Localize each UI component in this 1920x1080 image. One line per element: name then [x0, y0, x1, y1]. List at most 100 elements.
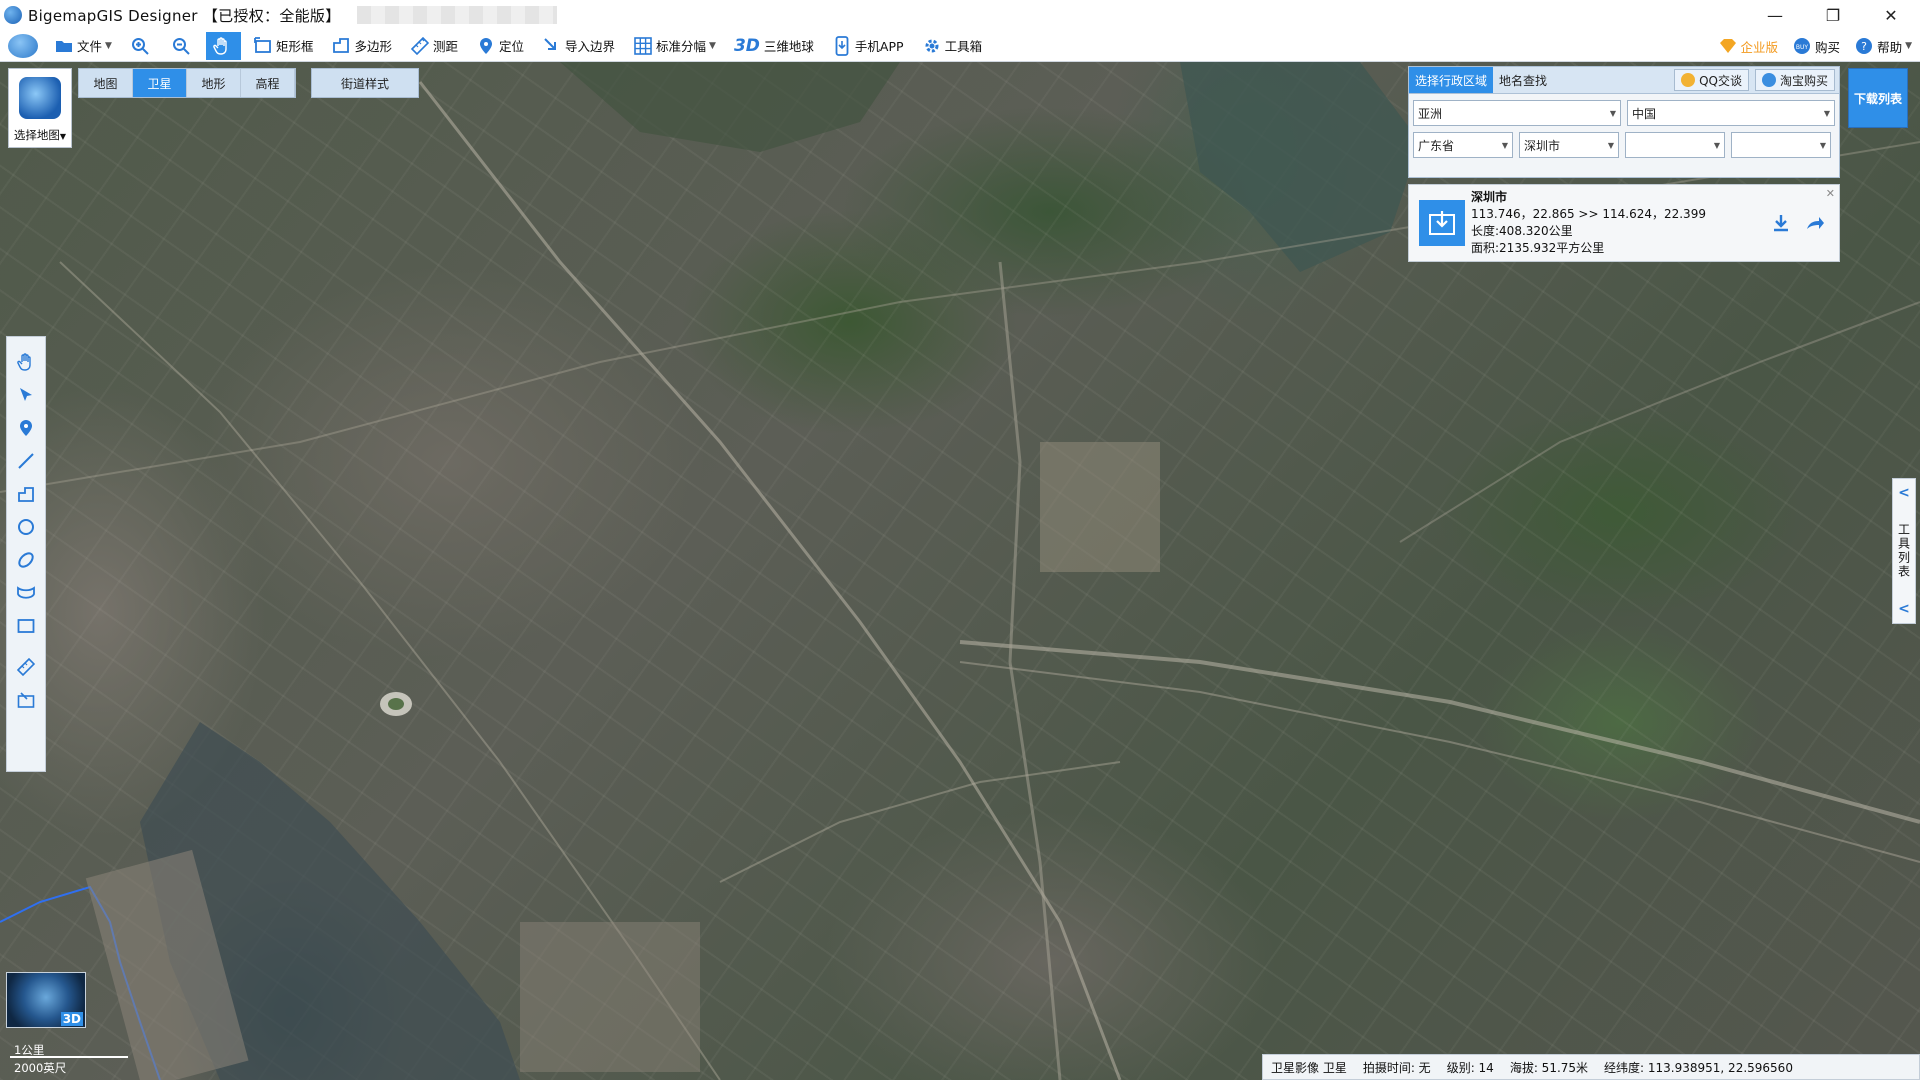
chevron-down-icon: ▼: [1823, 108, 1830, 118]
chevron-down-icon: ▼: [1819, 140, 1826, 150]
close-button[interactable]: ✕: [1862, 0, 1920, 30]
measure-button[interactable]: 测距: [404, 32, 464, 60]
share-icon[interactable]: [1805, 213, 1825, 238]
zoom-in-icon: [130, 36, 150, 56]
tab-place-search[interactable]: 地名查找: [1493, 67, 1553, 93]
tool-list-tab[interactable]: < 工具列表 <: [1892, 478, 1916, 624]
map-type-tabs: 地图 卫星 地形 高程: [78, 68, 296, 98]
status-level: 级别: 14: [1446, 1060, 1494, 1075]
buy-badge-icon: BUY: [1792, 36, 1812, 56]
mobile-app-button[interactable]: 手机APP: [826, 32, 910, 60]
chevron-left-icon[interactable]: <: [1898, 601, 1910, 617]
download-icon[interactable]: [1771, 213, 1791, 238]
scale-line: [10, 1056, 128, 1058]
help-button[interactable]: ? 帮助 ▼: [1848, 32, 1918, 60]
pan-button[interactable]: [205, 31, 241, 60]
zoom-out-button[interactable]: [165, 32, 200, 60]
toolbox-button[interactable]: 工具箱: [916, 32, 989, 60]
rectangle-icon: [17, 618, 35, 633]
chevron-down-icon: ▼: [1607, 140, 1614, 150]
hand-icon: [17, 352, 31, 371]
svg-text:?: ?: [1861, 40, 1867, 53]
standard-sheet-button[interactable]: 标准分幅 ▼: [627, 32, 722, 60]
globe-3d-thumbnail[interactable]: 3D: [6, 972, 86, 1028]
globe-label: 三维地球: [763, 39, 814, 54]
map-pin-icon: [476, 36, 496, 56]
file-label: 文件: [77, 39, 103, 54]
tab-map[interactable]: 地图: [79, 69, 133, 97]
3d-icon: 3D: [733, 35, 760, 56]
download-region-icon[interactable]: [1419, 200, 1465, 246]
globe-3d-button[interactable]: 3D 三维地球: [728, 32, 820, 60]
street-style-button[interactable]: 街道样式: [311, 68, 419, 98]
cursor-icon: [20, 387, 32, 401]
standard-sheet-label: 标准分幅: [656, 39, 707, 54]
polygon-icon: [331, 36, 351, 56]
select-map-button[interactable]: 选择地图▼: [8, 68, 72, 148]
enterprise-label: 企业版: [1740, 39, 1779, 55]
status-altitude: 海拔: 51.75米: [1509, 1060, 1589, 1075]
ellipse-tool[interactable]: [10, 543, 42, 576]
circle-icon: [18, 518, 34, 535]
close-icon[interactable]: ✕: [1826, 187, 1835, 200]
status-bar: 卫星影像 卫星 拍摄时间: 无 级别: 14 海拔: 51.75米 经纬度: 1…: [1262, 1054, 1920, 1080]
country-select[interactable]: 中国 ▼: [1627, 100, 1835, 126]
line-icon: [18, 452, 34, 469]
region-city-name: 深圳市: [1471, 190, 1508, 204]
chevron-left-icon[interactable]: <: [1898, 485, 1910, 501]
import-arrow-icon: [542, 36, 562, 56]
file-menu[interactable]: 文件 ▼: [48, 32, 118, 60]
town-select[interactable]: ▼: [1731, 132, 1831, 158]
download-list-button[interactable]: 下载列表: [1848, 68, 1908, 128]
polygon-icon: [18, 486, 34, 502]
marker-tool[interactable]: [10, 411, 42, 444]
minimize-button[interactable]: —: [1746, 0, 1804, 30]
drawing-toolbar: [6, 336, 46, 772]
app-menu-icon[interactable]: [8, 33, 38, 58]
zoom-in-button[interactable]: [124, 32, 159, 60]
status-capture-time: 拍摄时间: 无: [1362, 1060, 1431, 1075]
buy-button[interactable]: BUY 购买: [1786, 32, 1846, 60]
enterprise-button[interactable]: 企业版: [1712, 32, 1785, 60]
chevron-down-icon: ▼: [1713, 140, 1720, 150]
chevron-down-icon: ▼: [1905, 41, 1912, 51]
circle-tool[interactable]: [10, 510, 42, 543]
continent-select[interactable]: 亚洲 ▼: [1413, 100, 1621, 126]
province-select[interactable]: 广东省 ▼: [1413, 132, 1513, 158]
region-info: 深圳市 113.746，22.865 >> 114.624，22.399 长度:…: [1471, 189, 1706, 257]
hand-tool[interactable]: [10, 345, 42, 378]
region-result-card: 深圳市 113.746，22.865 >> 114.624，22.399 长度:…: [1408, 184, 1840, 262]
grid-icon: [633, 36, 653, 56]
tab-satellite[interactable]: 卫星: [133, 69, 187, 97]
measure-area-tool[interactable]: [10, 683, 42, 716]
pointer-tool[interactable]: [10, 378, 42, 411]
measure-distance-tool[interactable]: [10, 650, 42, 683]
rectangle-tool[interactable]: [10, 609, 42, 642]
qq-label: QQ交谈: [1699, 73, 1742, 88]
measure-label: 测距: [432, 39, 458, 54]
region-panel: 选择行政区域 地名查找 QQ交谈 淘宝购买 亚洲 ▼ 中国 ▼ 广东省 ▼ 深圳市 ▼: [1408, 66, 1840, 262]
sector-tool[interactable]: [10, 576, 42, 609]
tab-admin-region[interactable]: 选择行政区域: [1409, 67, 1494, 93]
region-length: 长度:408.320公里: [1471, 224, 1573, 238]
maximize-button[interactable]: ❐: [1804, 0, 1862, 30]
taobao-buy-button[interactable]: 淘宝购买: [1754, 69, 1835, 91]
3d-badge: 3D: [60, 1012, 83, 1026]
city-select[interactable]: 深圳市 ▼: [1519, 132, 1619, 158]
import-boundary-button[interactable]: 导入边界: [536, 32, 621, 60]
line-tool[interactable]: [10, 444, 42, 477]
district-select[interactable]: ▼: [1625, 132, 1725, 158]
qq-icon: [1681, 73, 1696, 87]
rectangle-select-button[interactable]: 矩形框: [247, 32, 320, 60]
locate-button[interactable]: 定位: [470, 32, 530, 60]
polygon-tool[interactable]: [10, 477, 42, 510]
region-area: 面积:2135.932平方公里: [1471, 241, 1605, 255]
rect-label: 矩形框: [275, 39, 314, 54]
select-map-label: 选择地图▼: [13, 128, 67, 142]
app-logo-icon: [4, 6, 22, 24]
qq-chat-button[interactable]: QQ交谈: [1674, 69, 1749, 91]
main-toolbar: 文件 ▼ 矩形框 多边形 测距 定位 导入边界 标准分幅 ▼ 3D 三维地球 手…: [0, 30, 1920, 62]
tab-elevation[interactable]: 高程: [241, 69, 295, 97]
polygon-button[interactable]: 多边形: [325, 32, 398, 60]
tab-terrain[interactable]: 地形: [187, 69, 241, 97]
